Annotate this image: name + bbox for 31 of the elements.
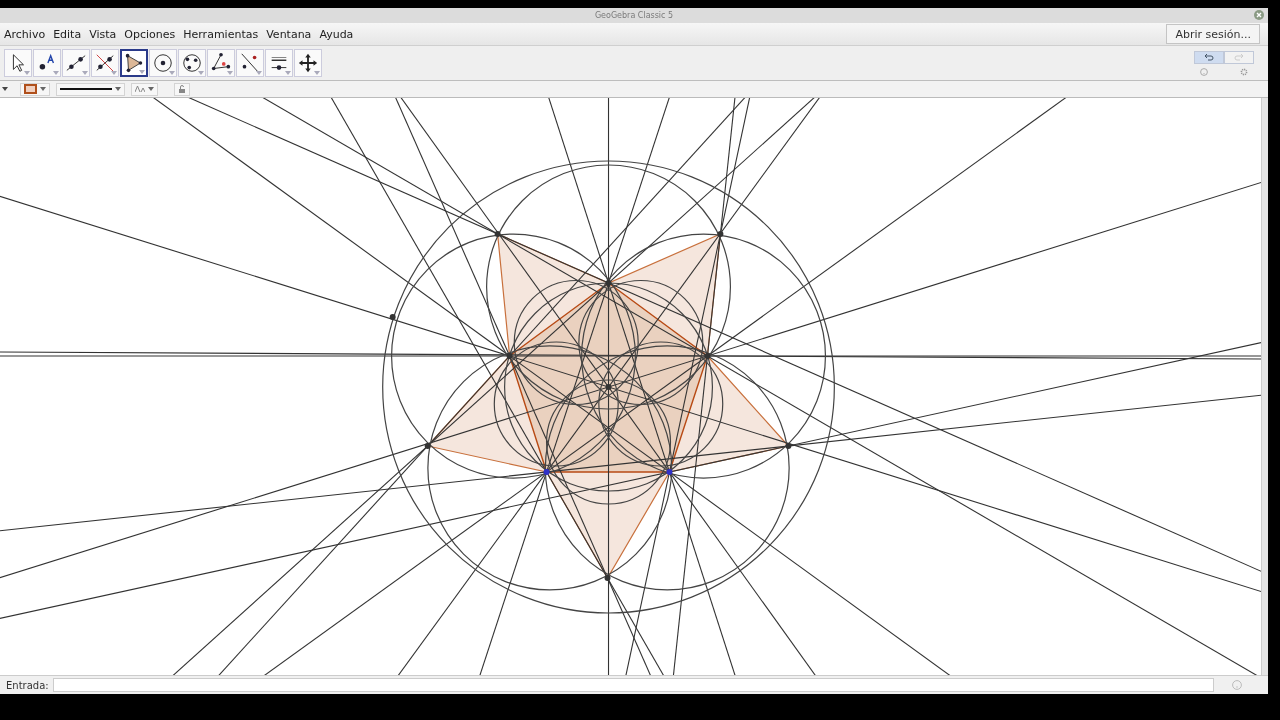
login-button[interactable]: Abrir sesión... (1166, 24, 1260, 44)
menu-item[interactable]: Herramientas (183, 27, 259, 41)
lock-icon (178, 85, 186, 93)
menu-item[interactable]: Archivo (4, 27, 46, 41)
line-icon (65, 52, 87, 74)
line-point-icon (239, 52, 261, 74)
color-button[interactable] (20, 82, 50, 96)
menu-item[interactable]: Ventana (266, 27, 312, 41)
crossing-lines-icon (94, 52, 116, 74)
four-arrows-icon (297, 52, 319, 74)
scrollbar[interactable] (1261, 98, 1268, 675)
line-style-button[interactable] (56, 82, 125, 96)
triangle-icon (123, 52, 145, 74)
menu-item[interactable]: Ayuda (319, 27, 354, 41)
undo-icon (1204, 53, 1214, 61)
text-size-icon (135, 86, 145, 92)
collapse-icon[interactable] (2, 87, 8, 91)
close-icon[interactable] (1254, 10, 1264, 20)
undo-button[interactable] (1194, 50, 1224, 64)
tool-button[interactable] (120, 49, 148, 77)
circle-icon (152, 52, 174, 74)
lock-button[interactable] (174, 82, 190, 96)
input-field[interactable] (52, 678, 1214, 692)
redo-icon (1234, 53, 1244, 61)
input-label: Entrada: (6, 679, 49, 691)
menu-item[interactable]: Vista (89, 27, 117, 41)
label-style-button[interactable] (131, 82, 158, 96)
menu-item[interactable]: Opciones (124, 27, 176, 41)
window-title: GeoGebra Classic 5 (594, 11, 674, 20)
menu-item[interactable]: Edita (53, 27, 82, 41)
circle-points-icon (181, 52, 203, 74)
